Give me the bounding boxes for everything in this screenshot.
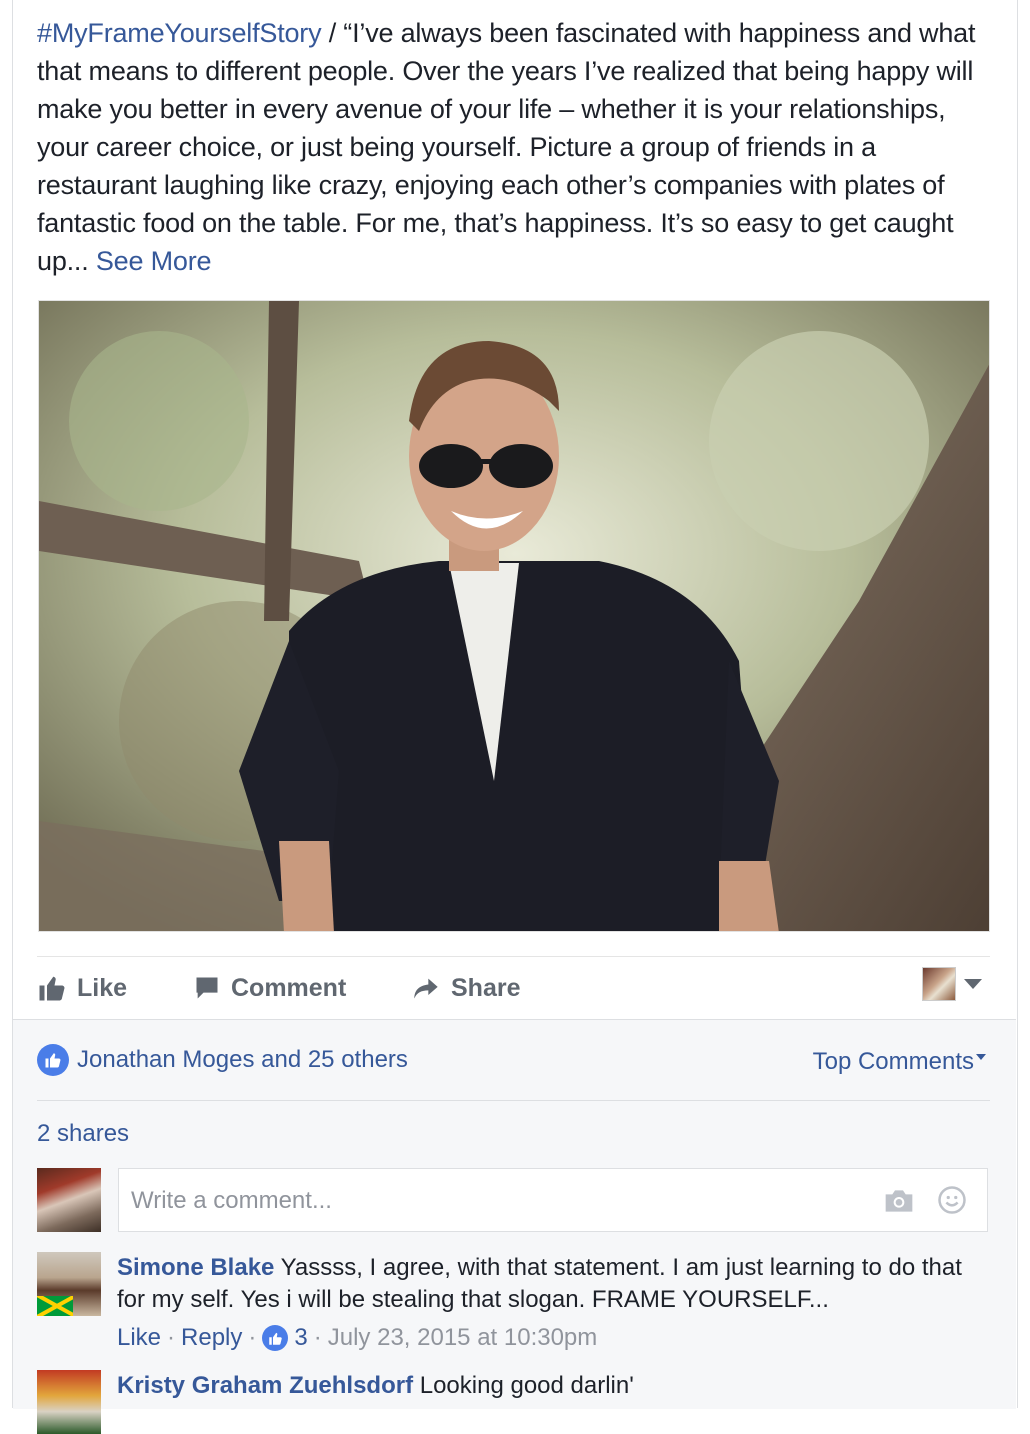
top-comments-caret-icon [976,1054,986,1060]
comment-input[interactable] [129,1183,833,1219]
comment-body: Simone Blake Yassss, I agree, with that … [117,1252,987,1354]
smiley-icon[interactable] [937,1185,967,1215]
like-badge-icon [37,1044,69,1076]
share-button[interactable]: Share [411,971,520,1005]
post-photo[interactable] [38,300,990,932]
post-hashtag-link[interactable]: #MyFrameYourselfStory [37,18,322,48]
comment-author-link[interactable]: Simone Blake [117,1254,274,1281]
post-actions-bar: Like Comment Share [37,956,990,1019]
comment-label: Comment [231,973,347,1002]
photo-man-sunglasses [39,301,989,931]
shares-link[interactable]: 2 shares [37,1120,129,1148]
commenter-avatar[interactable] [37,1252,101,1316]
comment-meta: Like · Reply · 3 · July 23, 2015 at 10:3… [117,1322,987,1354]
reactions-row: Jonathan Moges and 25 others Top Comment… [37,1040,990,1101]
commenter-avatar[interactable] [37,1370,101,1434]
camera-icon[interactable] [883,1187,915,1215]
dropdown-caret-icon [964,979,982,989]
jamaica-flag-icon [37,1296,73,1316]
post-as-selector[interactable] [922,967,982,1001]
comment-bubble-icon [196,977,218,999]
comment-author-link[interactable]: Kristy Graham Zuehlsdorf [117,1372,413,1399]
separator-dot: · [167,1324,176,1351]
separator-dot: · [313,1324,322,1351]
comment-timestamp[interactable]: July 23, 2015 at 10:30pm [328,1322,598,1354]
top-comments-label: Top Comments [812,1048,974,1075]
comment-composer[interactable] [118,1168,988,1232]
share-label: Share [451,973,521,1002]
like-button[interactable]: Like [37,971,127,1005]
comment-like-count[interactable]: 3 [294,1322,307,1354]
comment-like-link[interactable]: Like [117,1322,161,1354]
top-comments-dropdown[interactable]: Top Comments [813,1048,986,1076]
see-more-link[interactable]: See More [96,246,212,276]
separator-dot: · [248,1324,257,1351]
share-arrow-icon [414,978,438,999]
comment-button[interactable]: Comment [193,971,346,1005]
like-thumb-icon [39,976,65,1001]
comment-body: Kristy Graham Zuehlsdorf Looking good da… [117,1370,987,1402]
like-label: Like [77,973,128,1002]
comment-text: Looking good darlin' [413,1372,634,1399]
post-body: / “I’ve always been fascinated with happ… [37,18,976,276]
comments-section: Jonathan Moges and 25 others Top Comment… [13,1019,1016,1434]
post-text: #MyFrameYourselfStory / “I’ve always bee… [37,14,982,280]
page-avatar-thumb [922,967,956,1001]
likes-summary-link[interactable]: Jonathan Moges and 25 others [77,1046,408,1074]
comment-like-badge-icon [262,1325,289,1351]
current-user-avatar[interactable] [37,1168,101,1232]
comment-reply-link[interactable]: Reply [181,1322,242,1354]
